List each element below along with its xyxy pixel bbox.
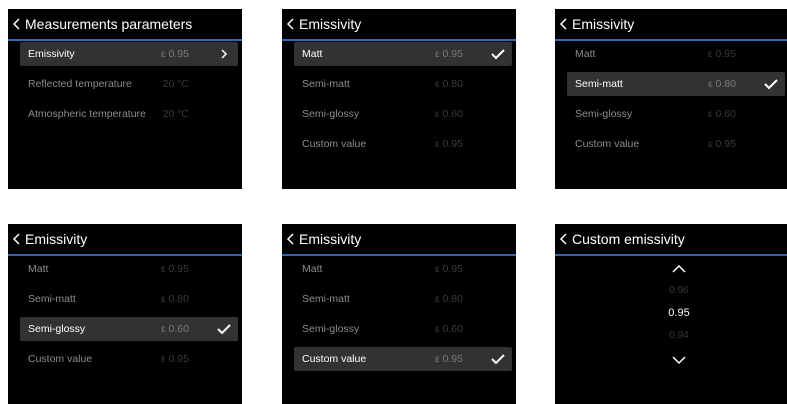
row-label: Atmospheric temperature	[28, 108, 146, 120]
row-value: ε 0.60	[434, 323, 463, 335]
screen-header: Emissivity	[282, 9, 516, 41]
screen-title: Emissivity	[25, 231, 88, 247]
menu-row-custom-value[interactable]: Custom value ε 0.95	[294, 347, 512, 371]
menu-row-semi-glossy[interactable]: Semi-glossy ε 0.60	[20, 317, 238, 341]
row-label: Custom value	[28, 353, 93, 365]
menu-row-semi-matt[interactable]: Semi-matt ε 0.80	[20, 287, 238, 311]
row-value: ε 0.80	[434, 78, 463, 90]
menu-row-semi-glossy[interactable]: Semi-glossy ε 0.60	[294, 102, 512, 126]
row-value: ε 0.60	[160, 323, 189, 335]
row-value: ε 0.95	[434, 48, 463, 60]
menu-row-semi-matt[interactable]: Semi-matt ε 0.80	[567, 72, 785, 96]
checkmark-icon	[491, 354, 505, 365]
menu-row-custom-value[interactable]: Custom value ε 0.95	[294, 132, 512, 156]
screen-header: Measurements parameters	[8, 9, 242, 41]
chevron-left-icon[interactable]	[284, 15, 298, 33]
row-value: ε 0.95	[434, 263, 463, 275]
chevron-down-icon[interactable]	[672, 355, 686, 365]
row-label: Matt	[28, 263, 49, 275]
screen-title: Emissivity	[299, 231, 362, 247]
emissivity-screen-semi-matt: Emissivity Matt ε 0.95 Semi-matt ε 0.80 …	[555, 9, 787, 189]
screen-title: Emissivity	[572, 16, 635, 32]
menu-row-semi-glossy[interactable]: Semi-glossy ε 0.60	[294, 317, 512, 341]
menu-row-emissivity[interactable]: Emissivity ε 0.95	[20, 42, 238, 66]
row-value: ε 0.95	[434, 353, 463, 365]
row-label: Custom value	[302, 353, 367, 365]
menu-row-matt[interactable]: Matt ε 0.95	[294, 257, 512, 281]
menu-row-reflected-temperature[interactable]: Reflected temperature 20 °C	[20, 72, 238, 96]
row-label: Custom value	[302, 138, 367, 150]
chevron-left-icon[interactable]	[10, 230, 24, 248]
checkmark-icon	[217, 324, 231, 335]
row-value: ε 0.80	[707, 78, 736, 90]
row-label: Reflected temperature	[28, 78, 132, 90]
row-value: ε 0.60	[434, 108, 463, 120]
row-label: Custom value	[575, 138, 640, 150]
checkmark-icon	[491, 49, 505, 60]
screen-header: Custom emissivity	[555, 224, 787, 256]
row-value: ε 0.80	[434, 293, 463, 305]
emissivity-screen-custom: Emissivity Matt ε 0.95 Semi-matt ε 0.80 …	[282, 224, 516, 404]
emissivity-screen-semi-glossy: Emissivity Matt ε 0.95 Semi-matt ε 0.80 …	[8, 224, 242, 404]
row-label: Semi-matt	[302, 78, 350, 90]
screen-title: Emissivity	[299, 16, 362, 32]
row-label: Emissivity	[28, 48, 75, 60]
screen-header: Emissivity	[282, 224, 516, 256]
menu-row-atmospheric-temperature[interactable]: Atmospheric temperature 20 °C	[20, 102, 238, 126]
row-value: ε 0.95	[160, 263, 189, 275]
custom-emissivity-screen: Custom emissivity 0.96 0.95 0.94	[555, 224, 787, 404]
menu-row-semi-matt[interactable]: Semi-matt ε 0.80	[294, 287, 512, 311]
row-label: Matt	[302, 48, 323, 60]
row-label: Semi-matt	[28, 293, 76, 305]
menu-row-custom-value[interactable]: Custom value ε 0.95	[567, 132, 785, 156]
checkmark-icon	[764, 79, 778, 90]
menu-row-semi-glossy[interactable]: Semi-glossy ε 0.60	[567, 102, 785, 126]
chevron-up-icon[interactable]	[672, 264, 686, 274]
measurement-parameters-screen: Measurements parameters Emissivity ε 0.9…	[8, 9, 242, 189]
menu-row-semi-matt[interactable]: Semi-matt ε 0.80	[294, 72, 512, 96]
row-label: Matt	[302, 263, 323, 275]
row-label: Semi-matt	[575, 78, 623, 90]
screen-title: Custom emissivity	[572, 231, 685, 247]
next-value: 0.94	[669, 330, 689, 341]
current-value[interactable]: 0.95	[555, 307, 787, 319]
row-label: Matt	[575, 48, 596, 60]
menu-row-matt[interactable]: Matt ε 0.95	[567, 42, 785, 66]
row-label: Semi-glossy	[302, 108, 360, 120]
row-value: ε 0.80	[160, 293, 189, 305]
row-value: ε 0.95	[434, 138, 463, 150]
row-label: Semi-matt	[302, 293, 350, 305]
row-label: Semi-glossy	[28, 323, 86, 335]
menu-row-matt[interactable]: Matt ε 0.95	[20, 257, 238, 281]
screen-header: Emissivity	[555, 9, 787, 41]
chevron-right-icon	[221, 49, 228, 59]
screen-header: Emissivity	[8, 224, 242, 256]
row-value: ε 0.95	[707, 48, 736, 60]
screen-title: Measurements parameters	[25, 16, 193, 32]
emissivity-screen-matt: Emissivity Matt ε 0.95 Semi-matt ε 0.80 …	[282, 9, 516, 189]
menu-row-matt[interactable]: Matt ε 0.95	[294, 42, 512, 66]
chevron-left-icon[interactable]	[557, 15, 571, 33]
menu-row-custom-value[interactable]: Custom value ε 0.95	[20, 347, 238, 371]
row-label: Semi-glossy	[302, 323, 360, 335]
row-value: 20 °C	[162, 78, 189, 90]
chevron-left-icon[interactable]	[284, 230, 298, 248]
row-value: ε 0.60	[707, 108, 736, 120]
row-value: ε 0.95	[707, 138, 736, 150]
row-label: Semi-glossy	[575, 108, 633, 120]
row-value: ε 0.95	[160, 353, 189, 365]
row-value: 20 °C	[162, 108, 189, 120]
chevron-left-icon[interactable]	[557, 230, 571, 248]
chevron-left-icon[interactable]	[10, 15, 24, 33]
previous-value: 0.96	[669, 285, 689, 296]
row-value: ε 0.95	[160, 48, 189, 60]
